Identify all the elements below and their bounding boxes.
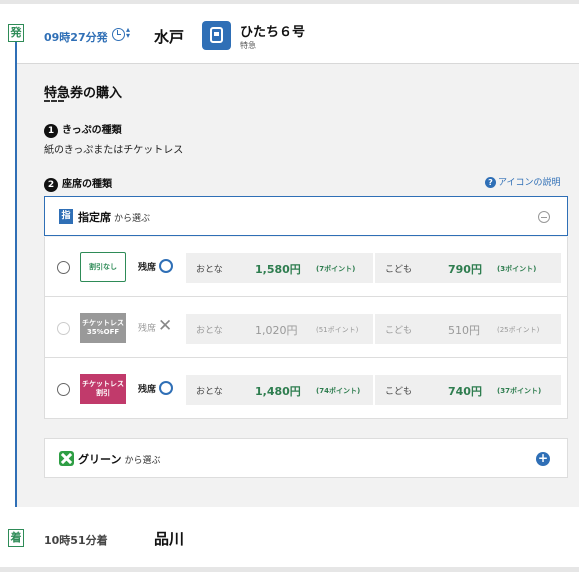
green-car-icon [59, 451, 74, 466]
fare-row: チケットレス 35%OFF 残席 ✕ おとな 1,020円 (51ポイント) こど… [45, 298, 567, 358]
adult-price-box: おとな 1,580円 (7ポイント) [186, 253, 373, 283]
fare-row[interactable]: 割引なし 残席 おとな 1,580円 (7ポイント) こども 790円 (3ポイ… [45, 237, 567, 297]
adult-points: (74ポイント) [316, 387, 361, 395]
child-label: こども [385, 326, 413, 336]
reserved-seat-icon: 指 [59, 209, 73, 224]
arrival-station: 品川 [154, 530, 185, 548]
adult-price-box: おとな 1,480円 (74ポイント) [186, 375, 373, 405]
fare-table: 割引なし 残席 おとな 1,580円 (7ポイント) こども 790円 (3ポイ… [44, 237, 568, 419]
question-circle-icon: ? [485, 177, 496, 188]
adult-label: おとな [196, 265, 223, 275]
reserved-seat-title: 指定席 [78, 211, 111, 224]
step-seat-type: 2 座席の種類 [44, 175, 112, 192]
adult-price: 1,020円 [255, 324, 298, 337]
help-link-label: アイコンの説明 [498, 178, 561, 188]
express-ticket-panel: 特急券の購入 1 きっぷの種類 紙のきっぷまたはチケットレス 2 座席の種類 ? アイ… [17, 63, 579, 507]
seat-availability-label: 残席 [138, 263, 157, 273]
step-number: 2 [44, 178, 58, 192]
adult-price-box: おとな 1,020円 (51ポイント) [186, 314, 373, 344]
child-price-box: こども 740円 (37ポイント) [375, 375, 561, 405]
step-label: きっぷの種類 [62, 125, 122, 136]
departure-station: 水戸 [154, 28, 185, 46]
title-underline [44, 100, 64, 102]
child-points: (3ポイント) [497, 265, 537, 273]
fare-row[interactable]: チケットレス 割引 残席 おとな 1,480円 (74ポイント) こども 740円… [45, 359, 567, 419]
green-seat-header[interactable]: グリーン から選ぶ + [44, 438, 568, 478]
reserved-seat-sub: から選ぶ [114, 214, 151, 224]
available-circle-icon [159, 259, 173, 273]
child-price: 740円 [448, 385, 482, 398]
available-circle-icon [159, 381, 173, 395]
fare-radio [57, 322, 70, 335]
adult-points: (51ポイント) [316, 326, 359, 334]
seat-availability-label: 残席 [138, 324, 157, 334]
child-label: こども [385, 265, 413, 275]
unavailable-cross-icon: ✕ [158, 316, 173, 336]
fare-radio[interactable] [57, 261, 70, 274]
reserved-seat-header[interactable]: 指 指定席 から選ぶ [44, 196, 568, 236]
arrival-badge: 着 [8, 529, 24, 547]
adult-label: おとな [196, 387, 223, 397]
child-price: 790円 [448, 263, 482, 276]
child-points: (25ポイント) [497, 326, 540, 334]
train-icon [202, 21, 231, 50]
seat-availability-label: 残席 [138, 385, 157, 395]
adult-points: (7ポイント) [316, 265, 356, 273]
collapse-minus-icon[interactable] [538, 211, 550, 223]
child-price: 510円 [448, 324, 480, 337]
arrival-time: 10時51分着 [44, 534, 108, 547]
green-seat-sub: から選ぶ [124, 456, 161, 466]
green-seat-title: グリーン [78, 453, 122, 466]
train-type: 特急 [240, 41, 256, 50]
departure-badge: 発 [8, 24, 24, 42]
adult-price: 1,580円 [255, 263, 301, 276]
reserved-seat-label: 指定席 から選ぶ [78, 209, 150, 225]
ticket-type-value: 紙のきっぷまたはチケットレス [44, 145, 184, 156]
step-ticket-type: 1 きっぷの種類 [44, 121, 122, 138]
icon-help-link[interactable]: ? アイコンの説明 [485, 175, 561, 188]
step-number: 1 [44, 124, 58, 138]
expand-plus-icon[interactable]: + [536, 452, 550, 466]
departure-time: 09時27分発 [44, 31, 108, 44]
tag-line1: 割引なし [89, 262, 117, 271]
ticketless-35off-tag: チケットレス 35%OFF [80, 313, 126, 343]
child-price-box: こども 790円 (3ポイント) [375, 253, 561, 283]
step-label: 座席の種類 [62, 179, 112, 190]
child-points: (37ポイント) [497, 387, 542, 395]
tag-line1: チケットレス [82, 380, 124, 388]
adult-price: 1,480円 [255, 385, 301, 398]
child-label: こども [385, 387, 413, 397]
tag-line1: チケットレス [82, 319, 124, 327]
green-seat-label: グリーン から選ぶ [78, 451, 160, 467]
no-discount-tag: 割引なし [80, 252, 126, 282]
departure-row: 09時27分発 ▴ ▾ 水戸 ひたち６号 特急 [0, 4, 579, 63]
clock-icon[interactable] [112, 28, 125, 41]
tag-line2: 割引 [96, 389, 110, 397]
tag-line2: 35%OFF [86, 328, 120, 336]
train-name: ひたち６号 [240, 25, 306, 40]
adult-label: おとな [196, 326, 223, 336]
ticketless-discount-tag: チケットレス 割引 [80, 374, 126, 404]
arrival-row: 10時51分着 品川 [0, 507, 579, 567]
fare-radio[interactable] [57, 383, 70, 396]
bottom-divider [0, 567, 579, 572]
child-price-box: こども 510円 (25ポイント) [375, 314, 561, 344]
panel-title: 特急券の購入 [44, 86, 123, 101]
sort-arrows-icon[interactable]: ▴ ▾ [126, 26, 130, 40]
